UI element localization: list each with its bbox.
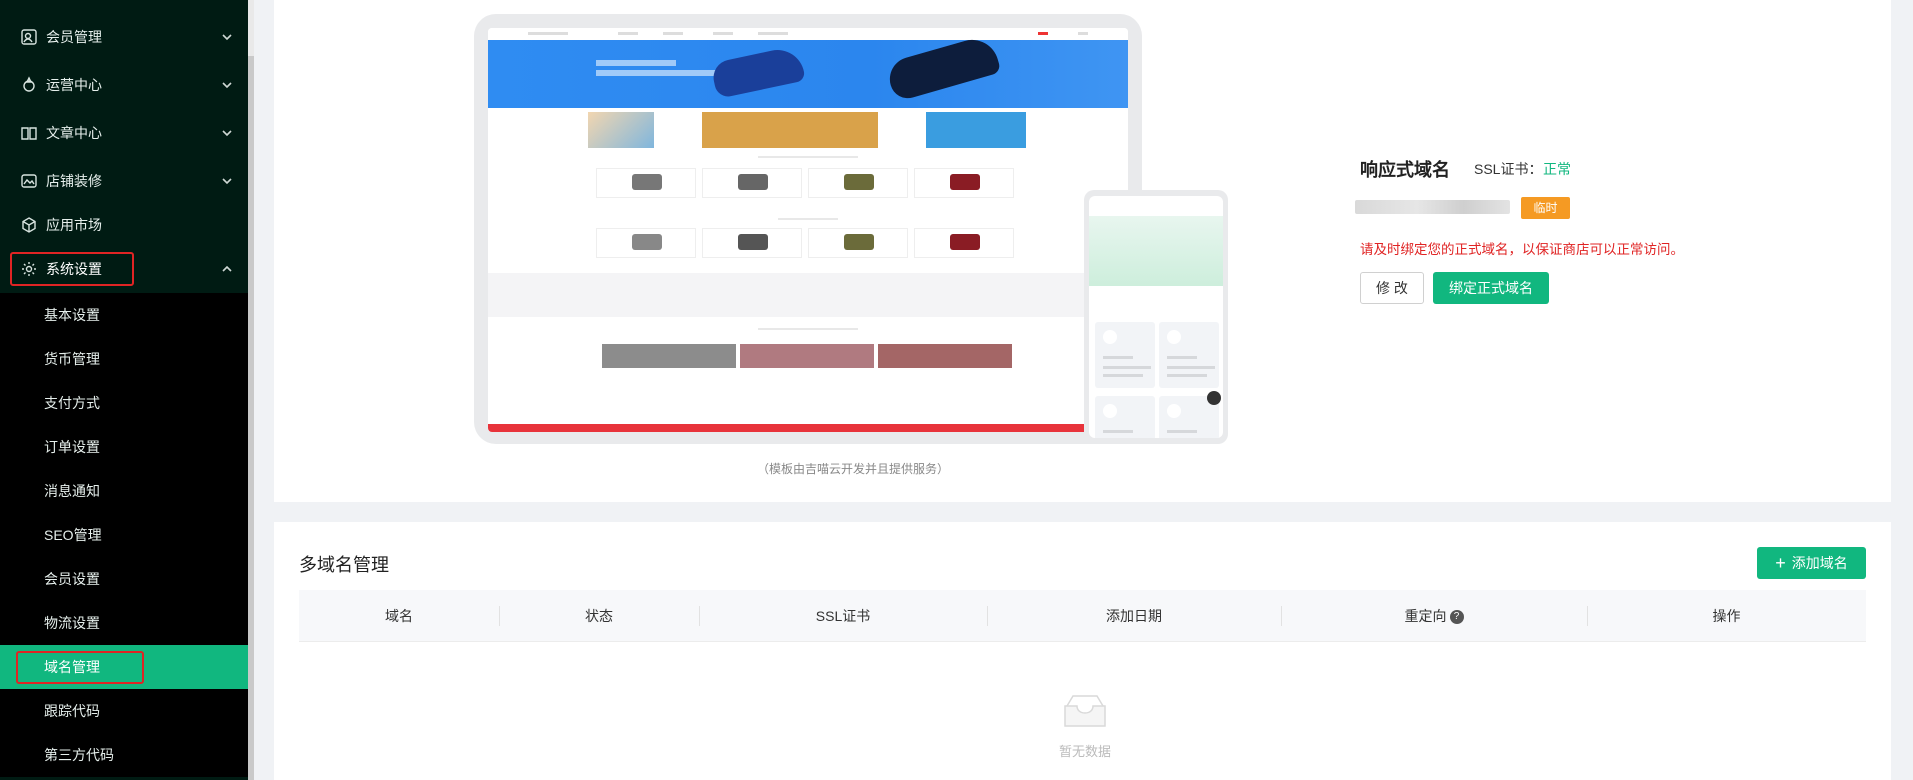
preview-product <box>596 228 696 258</box>
add-domain-label: 添加域名 <box>1791 555 1848 571</box>
preview-banner <box>702 112 878 148</box>
submenu-label: 第三方代码 <box>44 747 114 763</box>
tablet-screen <box>488 28 1128 432</box>
gutter <box>254 0 274 780</box>
phone-card <box>1159 322 1219 388</box>
back-to-top-icon <box>1207 391 1221 405</box>
submenu-logistics[interactable]: 物流设置 <box>0 601 248 645</box>
submenu-label: 支付方式 <box>44 395 100 411</box>
col-redirect-label: 重定向 <box>1404 608 1447 624</box>
preview-product <box>702 228 802 258</box>
add-domain-button[interactable]: + 添加域名 <box>1757 547 1866 579</box>
menu-label: 会员管理 <box>46 29 102 45</box>
menu-label: 文章中心 <box>46 125 102 141</box>
preview-banner <box>588 112 654 148</box>
menu-article[interactable]: 文章中心 <box>0 111 248 155</box>
submenu-label: 物流设置 <box>44 615 100 631</box>
phone-hero <box>1089 216 1223 286</box>
app-market-icon <box>20 216 38 234</box>
preview-line <box>778 218 838 220</box>
responsive-domain-title: 响应式域名 <box>1360 160 1450 180</box>
empty-box-icon <box>1064 695 1106 727</box>
member-icon <box>20 28 38 46</box>
preview-product <box>596 168 696 198</box>
submenu-label: 基本设置 <box>44 307 100 323</box>
preview-product <box>914 168 1014 198</box>
preview-product <box>702 168 802 198</box>
menu-label: 运营中心 <box>46 77 102 93</box>
preview-footer <box>488 424 1128 432</box>
submenu-label: 跟踪代码 <box>44 703 100 719</box>
chevron-down-icon <box>220 30 234 44</box>
menu-label: 店铺装修 <box>46 173 102 189</box>
submenu-label: 货币管理 <box>44 351 100 367</box>
submenu-currency[interactable]: 货币管理 <box>0 337 248 381</box>
submenu-member-settings[interactable]: 会员设置 <box>0 557 248 601</box>
chevron-down-icon <box>220 78 234 92</box>
submenu-third-party[interactable]: 第三方代码 <box>0 733 248 777</box>
preview-photo <box>878 344 1012 368</box>
preview-banner <box>926 112 1026 148</box>
submenu-order[interactable]: 订单设置 <box>0 425 248 469</box>
preview-line <box>758 156 858 158</box>
preview-product <box>808 168 908 198</box>
preview-line <box>758 328 858 330</box>
preview-photo <box>602 344 736 368</box>
submenu-notification[interactable]: 消息通知 <box>0 469 248 513</box>
chevron-down-icon <box>220 126 234 140</box>
modify-button[interactable]: 修 改 <box>1360 272 1424 304</box>
phone-card <box>1095 396 1155 438</box>
col-add-date: 添加日期 <box>1106 608 1162 624</box>
book-icon <box>20 124 38 142</box>
template-caption: （模板由吉喵云开发并且提供服务） <box>756 462 949 476</box>
temp-tag: 临时 <box>1521 197 1570 219</box>
ssl-label: SSL证书： <box>1474 161 1543 177</box>
bind-warning: 请及时绑定您的正式域名，以保证商店可以正常访问。 <box>1360 242 1684 257</box>
menu-label: 应用市场 <box>46 217 102 233</box>
domain-table-header: 域名 状态 SSL证书 添加日期 重定向? 操作 <box>299 590 1866 642</box>
multi-domain-title: 多域名管理 <box>299 555 389 575</box>
plus-icon: + <box>1775 553 1786 573</box>
domain-value-blurred <box>1355 200 1510 214</box>
col-status: 状态 <box>585 608 613 624</box>
preview-section <box>488 273 1128 317</box>
decoration-icon <box>20 172 38 190</box>
highlight-annotation <box>16 651 144 684</box>
submenu-basic[interactable]: 基本设置 <box>0 293 248 337</box>
sidebar: 会员管理 运营中心 文章中心 店铺装修 应用市场 系统设置 基本设置 货币管理 … <box>0 0 248 780</box>
menu-member[interactable]: 会员管理 <box>0 15 248 59</box>
tablet-preview <box>474 14 1142 444</box>
preview-nav <box>488 28 1128 40</box>
menu-operation[interactable]: 运营中心 <box>0 63 248 107</box>
submenu-seo[interactable]: SEO管理 <box>0 513 248 557</box>
submenu-label: 消息通知 <box>44 483 100 499</box>
empty-text: 暂无数据 <box>1058 744 1111 759</box>
phone-card <box>1095 322 1155 388</box>
bind-domain-button[interactable]: 绑定正式域名 <box>1433 272 1549 304</box>
col-redirect: 重定向? <box>1281 590 1587 642</box>
operation-icon <box>20 76 38 94</box>
chevron-down-icon <box>220 174 234 188</box>
preview-photo <box>740 344 874 368</box>
highlight-annotation <box>10 252 134 286</box>
phone-preview <box>1084 190 1228 444</box>
preview-product <box>914 228 1014 258</box>
preview-hero <box>488 33 1128 108</box>
phone-screen <box>1089 196 1223 438</box>
ssl-status: 正常 <box>1543 161 1571 177</box>
submenu-label: 订单设置 <box>44 439 100 455</box>
submenu-label: 会员设置 <box>44 571 100 587</box>
col-ssl: SSL证书 <box>815 608 871 624</box>
help-icon[interactable]: ? <box>1449 610 1464 625</box>
submenu-payment[interactable]: 支付方式 <box>0 381 248 425</box>
submenu-tracking[interactable]: 跟踪代码 <box>0 689 248 733</box>
preview-product <box>808 228 908 258</box>
col-domain: 域名 <box>385 608 413 624</box>
menu-app-market[interactable]: 应用市场 <box>0 203 248 247</box>
submenu-label: SEO管理 <box>44 527 102 543</box>
menu-decoration[interactable]: 店铺装修 <box>0 159 248 203</box>
col-actions: 操作 <box>1712 608 1741 624</box>
chevron-up-icon <box>220 262 234 276</box>
